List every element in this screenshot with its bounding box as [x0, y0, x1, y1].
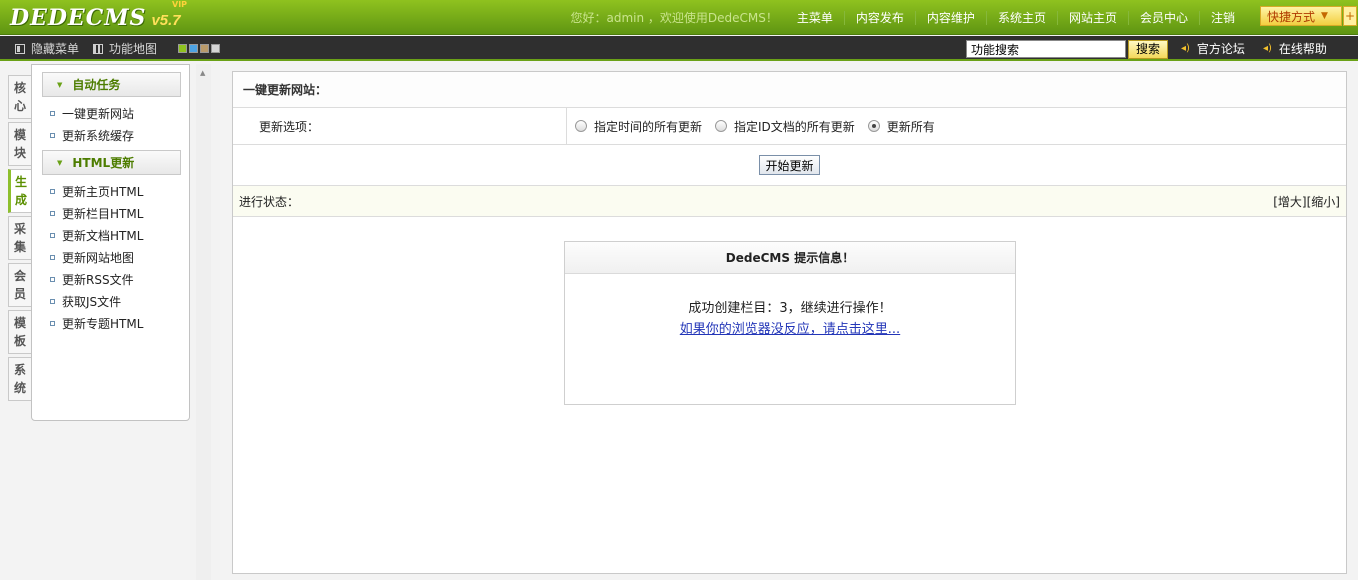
collapse-icon: ▼: [57, 80, 63, 89]
nav-member-center[interactable]: 会员中心: [1127, 10, 1199, 25]
html-update-list: 更新主页HTML 更新栏目HTML 更新文档HTML 更新网站地图 更新RSS文…: [32, 175, 189, 338]
menu-panel-icon: [15, 43, 25, 54]
bullet-icon: [50, 298, 55, 304]
radio-circle[interactable]: [575, 120, 587, 132]
official-forum-link[interactable]: ◂) 官方论坛: [1181, 36, 1245, 61]
theme-swatch-blue[interactable]: [189, 44, 198, 53]
bullet-icon: [50, 232, 55, 238]
logo-version: v5.7: [151, 12, 181, 29]
bullet-icon: [50, 254, 55, 260]
bullet-icon: [50, 276, 55, 282]
quick-menu-button[interactable]: 快捷方式 ▼: [1260, 6, 1342, 26]
menu-item-update-column-html[interactable]: 更新栏目HTML: [50, 202, 189, 224]
menu-item-update-sitemap[interactable]: 更新网站地图: [50, 246, 189, 268]
start-button-row: 开始更新: [233, 145, 1346, 186]
theme-switcher: [178, 36, 222, 61]
menu-item-update-cache[interactable]: 更新系统缓存: [50, 124, 189, 146]
radio-circle-selected[interactable]: [867, 120, 880, 132]
tab-generate[interactable]: 生成: [8, 169, 31, 213]
bullet-icon: [50, 188, 55, 194]
bullet-icon: [50, 320, 55, 326]
update-options-group: 指定时间的所有更新 指定ID文档的所有更新 更新所有: [567, 108, 948, 144]
hide-menu-label: 隐藏菜单: [31, 42, 80, 56]
quick-add-button[interactable]: +: [1343, 6, 1357, 26]
menu-item-update-home-html[interactable]: 更新主页HTML: [50, 180, 189, 202]
logo-vip-badge: VIP: [172, 0, 188, 9]
page-title: 一键更新网站：: [233, 72, 1346, 108]
nav-content-publish[interactable]: 内容发布: [843, 10, 915, 25]
official-forum-label: 官方论坛: [1196, 42, 1245, 56]
online-help-link[interactable]: ◂) 在线帮助: [1263, 36, 1327, 61]
menu-item-update-rss[interactable]: 更新RSS文件: [50, 268, 189, 290]
welcome-text: 您好：admin ，欢迎使用DedeCMS！: [570, 11, 778, 25]
site-map-label: 功能地图: [109, 42, 158, 56]
tab-module[interactable]: 模块: [8, 122, 31, 166]
menu-item-one-click-update[interactable]: 一键更新网站: [50, 102, 189, 124]
logo-text: DEDECMS: [10, 5, 147, 31]
top-nav: 您好：admin ，欢迎使用DedeCMS！ 主菜单 内容发布 内容维护 系统主…: [571, 0, 1247, 35]
menu-group-auto-tasks[interactable]: ▼ 自动任务: [42, 72, 181, 97]
tab-template[interactable]: 模板: [8, 310, 31, 354]
menu-item-update-document-html[interactable]: 更新文档HTML: [50, 224, 189, 246]
scroll-up-icon[interactable]: ▲: [200, 69, 205, 77]
menu-item-get-js[interactable]: 获取JS文件: [50, 290, 189, 312]
quick-menu-label: 快捷方式: [1267, 9, 1316, 24]
speaker-icon: ◂): [1263, 43, 1272, 54]
shrink-link[interactable]: [缩小]: [1307, 195, 1340, 209]
bullet-icon: [50, 110, 55, 116]
grid-icon: [93, 43, 103, 54]
nav-logout[interactable]: 注销: [1198, 10, 1246, 25]
theme-swatch-gray[interactable]: [211, 44, 220, 53]
menu-item-update-topic-html[interactable]: 更新专题HTML: [50, 312, 189, 334]
auto-task-list: 一键更新网站 更新系统缓存: [32, 97, 189, 150]
message-text: 成功创建栏目：3，继续进行操作！: [688, 301, 892, 316]
nav-system-home[interactable]: 系统主页: [985, 10, 1057, 25]
update-options-row: 更新选项： 指定时间的所有更新 指定ID文档的所有更新 更新所有: [233, 108, 1346, 145]
start-update-button[interactable]: 开始更新: [759, 155, 820, 175]
continue-link[interactable]: 如果你的浏览器没反应，请点击这里...: [680, 322, 900, 337]
top-header: DEDECMS v5.7 VIP 您好：admin ，欢迎使用DedeCMS！ …: [0, 0, 1358, 35]
left-menu-panel: ▼ 自动任务 一键更新网站 更新系统缓存 ▼ HTML更新 更新主页HTML 更…: [31, 64, 190, 421]
progress-status-row: 进行状态： [增大][缩小]: [233, 186, 1346, 217]
message-body: 成功创建栏目：3，继续进行操作！ 如果你的浏览器没反应，请点击这里...: [565, 274, 1015, 340]
collapse-icon: ▼: [57, 158, 63, 167]
update-options-label: 更新选项：: [233, 108, 567, 144]
radio-id-updates[interactable]: 指定ID文档的所有更新: [715, 118, 855, 135]
module-tabs: 核心 模块 生成 采集 会员 模板 系统: [8, 75, 32, 404]
bullet-icon: [50, 132, 55, 138]
speaker-icon: ◂): [1181, 43, 1190, 54]
tab-collect[interactable]: 采集: [8, 216, 31, 260]
dedecms-logo: DEDECMS v5.7: [10, 5, 181, 31]
function-search-input[interactable]: [966, 40, 1126, 58]
bullet-icon: [50, 210, 55, 216]
chevron-down-icon: ▼: [1321, 11, 1328, 21]
site-map-button[interactable]: 功能地图: [93, 36, 157, 61]
message-box: DedeCMS 提示信息！ 成功创建栏目：3，继续进行操作！ 如果你的浏览器没反…: [564, 241, 1016, 405]
status-label: 进行状态：: [239, 194, 300, 209]
menu-group-title: HTML更新: [72, 156, 135, 170]
theme-swatch-green[interactable]: [178, 44, 187, 53]
tab-member[interactable]: 会员: [8, 263, 31, 307]
nav-site-home[interactable]: 网站主页: [1056, 10, 1128, 25]
menu-group-html-update[interactable]: ▼ HTML更新: [42, 150, 181, 175]
search-button[interactable]: 搜索: [1128, 40, 1168, 59]
online-help-label: 在线帮助: [1278, 42, 1327, 56]
nav-content-maintain[interactable]: 内容维护: [914, 10, 986, 25]
theme-swatch-brown[interactable]: [200, 44, 209, 53]
enlarge-link[interactable]: [增大]: [1273, 195, 1306, 209]
radio-update-all[interactable]: 更新所有: [867, 118, 935, 135]
tab-core[interactable]: 核心: [8, 75, 31, 119]
menu-scrollbar[interactable]: ▲: [196, 64, 211, 580]
main-content: 一键更新网站： 更新选项： 指定时间的所有更新 指定ID文档的所有更新 更新所有…: [232, 71, 1347, 574]
radio-time-updates[interactable]: 指定时间的所有更新: [575, 118, 702, 135]
tab-system[interactable]: 系统: [8, 357, 31, 401]
message-title: DedeCMS 提示信息！: [565, 242, 1015, 274]
menu-group-title: 自动任务: [72, 78, 121, 92]
resize-controls: [增大][缩小]: [1273, 193, 1340, 210]
nav-main-menu[interactable]: 主菜单: [786, 11, 844, 25]
hide-menu-button[interactable]: 隐藏菜单: [15, 36, 79, 61]
radio-circle[interactable]: [715, 120, 728, 132]
